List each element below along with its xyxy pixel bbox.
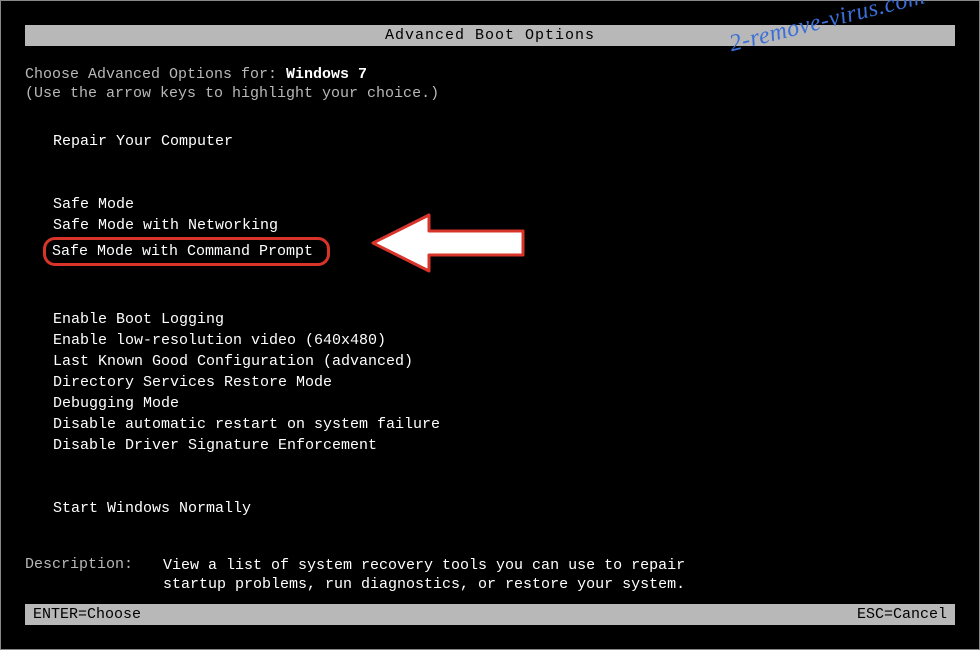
menu-item-safe-mode-networking[interactable]: Safe Mode with Networking [49, 216, 282, 235]
choose-options-prefix: Choose Advanced Options for: [25, 66, 286, 83]
menu-item-low-res-video[interactable]: Enable low-resolution video (640x480) [49, 331, 390, 350]
menu-item-disable-auto-restart[interactable]: Disable automatic restart on system fail… [49, 415, 444, 434]
menu-item-start-normally[interactable]: Start Windows Normally [49, 499, 255, 518]
menu-item-safe-mode[interactable]: Safe Mode [49, 195, 138, 214]
menu-group-normal: Start Windows Normally [49, 499, 955, 520]
description-label: Description: [25, 556, 163, 594]
menu-group-repair: Repair Your Computer [49, 132, 955, 153]
main-content: Choose Advanced Options for: Windows 7 (… [1, 46, 979, 594]
menu-item-repair-computer[interactable]: Repair Your Computer [49, 132, 237, 151]
menu-item-last-known-good[interactable]: Last Known Good Configuration (advanced) [49, 352, 417, 371]
menu-item-debugging-mode[interactable]: Debugging Mode [49, 394, 183, 413]
menu-group-safemode: Safe Mode Safe Mode with Networking Safe… [49, 195, 955, 268]
menu-group-advanced: Enable Boot Logging Enable low-resolutio… [49, 310, 955, 457]
footer-bar: ENTER=Choose ESC=Cancel [25, 604, 955, 625]
menu-item-directory-services-restore[interactable]: Directory Services Restore Mode [49, 373, 336, 392]
description-text: View a list of system recovery tools you… [163, 556, 723, 594]
menu-item-safe-mode-command-prompt[interactable]: Safe Mode with Command Prompt [43, 237, 330, 266]
menu-item-disable-driver-sig[interactable]: Disable Driver Signature Enforcement [49, 436, 381, 455]
os-name: Windows 7 [286, 66, 367, 83]
footer-enter-hint: ENTER=Choose [33, 606, 141, 623]
instructions-line: (Use the arrow keys to highlight your ch… [25, 85, 955, 102]
menu-item-boot-logging[interactable]: Enable Boot Logging [49, 310, 228, 329]
footer-esc-hint: ESC=Cancel [857, 606, 947, 623]
choose-options-line: Choose Advanced Options for: Windows 7 [25, 66, 955, 83]
title-bar: Advanced Boot Options [25, 25, 955, 46]
description-block: Description: View a list of system recov… [25, 556, 955, 594]
